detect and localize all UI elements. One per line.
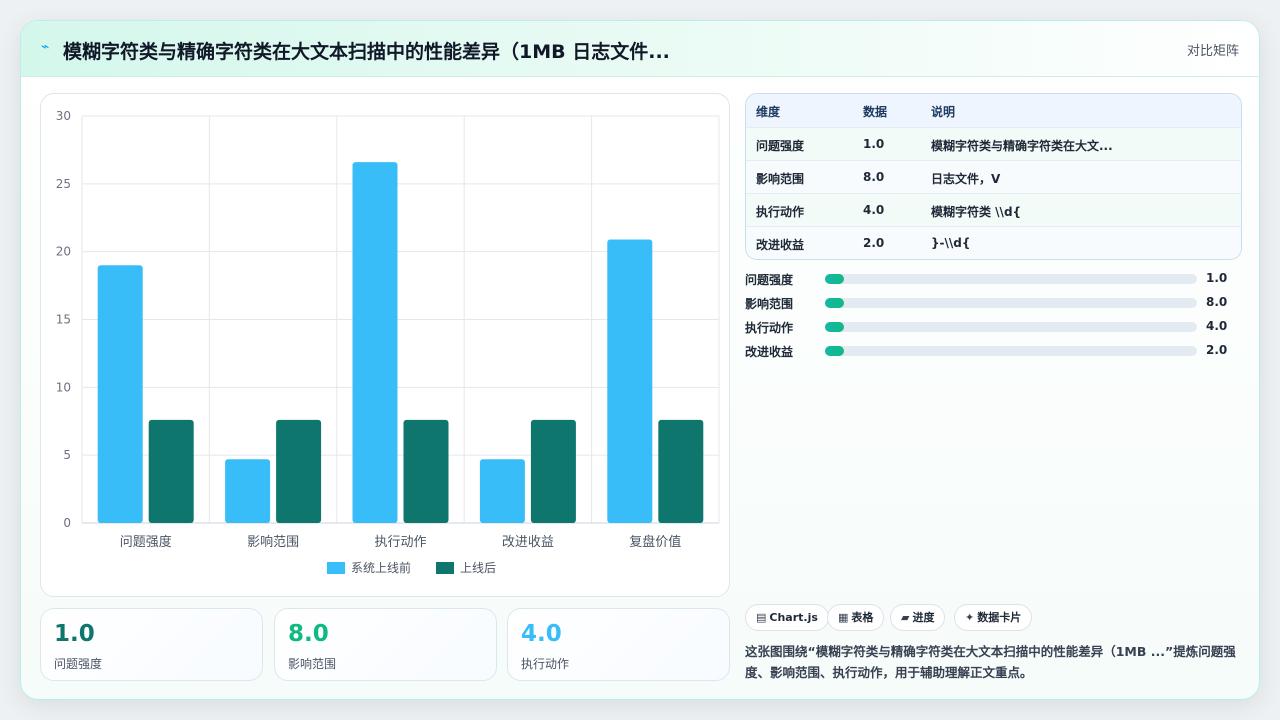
progress-label: 问题强度	[745, 273, 794, 287]
tag-chartjs[interactable]: ▤ Chart.js	[745, 604, 829, 631]
table-cell: 影响范围	[756, 172, 805, 186]
progress-label: 执行动作	[745, 321, 794, 335]
table-row: 问题强度 1.0 模糊字符类与精确字符类在大文...	[746, 127, 1241, 160]
progress-value: 8.0	[1206, 295, 1228, 309]
progress-value: 4.0	[1206, 319, 1228, 333]
legend-label: 上线后	[460, 561, 496, 575]
progress-track	[825, 298, 1197, 308]
progress-label: 改进收益	[745, 345, 794, 359]
table-cell: 1.0	[863, 137, 885, 151]
sparkle-icon: ✦	[965, 611, 975, 624]
summary-text: 这张图围绕“模糊字符类与精确字符类在大文本扫描中的性能差异（1MB ...”提炼…	[745, 644, 1236, 680]
bar	[530, 419, 576, 523]
kpi-card-1: 1.0 问题强度	[40, 608, 263, 681]
y-tick-label: 0	[63, 516, 71, 530]
card-header: ⌁ 模糊字符类与精确字符类在大文本扫描中的性能差异（1MB 日志文件... 对比…	[21, 21, 1259, 77]
progress-value: 1.0	[1206, 271, 1228, 285]
table-row: 改进收益 2.0 }-\\d{	[746, 226, 1241, 259]
bar-chart-panel: 0 5 10 15 20 25 30 问题强度 影响范围 执行动作 改进收益 复盘价值系统上线前 上线后	[40, 93, 730, 597]
tag-label: 进度	[912, 611, 935, 624]
table-cell: 模糊字符类 \\d{	[931, 205, 1022, 219]
table-row: 执行动作 4.0 模糊字符类 \\d{	[746, 193, 1241, 226]
table-row: 影响范围 8.0 日志文件，V	[746, 160, 1241, 193]
table-cell: 8.0	[863, 170, 885, 184]
kpi-value: 1.0	[54, 621, 95, 647]
comparison-matrix-link[interactable]: 对比矩阵	[1187, 40, 1239, 59]
y-tick-label: 10	[56, 380, 71, 394]
kpi-label: 执行动作	[521, 657, 570, 671]
y-tick-label: 5	[63, 448, 71, 462]
sparkline-icon: ⌁	[41, 39, 50, 55]
legend-swatch	[327, 562, 345, 574]
table-cell: 问题强度	[756, 139, 805, 153]
table-header-cell: 说明	[931, 105, 956, 119]
progress-fill	[825, 274, 844, 284]
bar	[607, 239, 653, 523]
kpi-value: 8.0	[288, 621, 329, 647]
y-tick-label: 25	[56, 177, 71, 191]
progress-icon: ▰	[901, 611, 910, 624]
x-tick-label: 问题强度	[120, 534, 172, 550]
y-tick-label: 20	[56, 245, 71, 259]
y-tick-label: 15	[56, 313, 71, 327]
kpi-label: 影响范围	[288, 657, 337, 671]
tag-label: Chart.js	[769, 611, 818, 624]
kpi-label: 问题强度	[54, 657, 103, 671]
bar	[225, 459, 271, 523]
bar	[403, 419, 449, 523]
page-title: 模糊字符类与精确字符类在大文本扫描中的性能差异（1MB 日志文件...	[63, 41, 670, 63]
legend-label: 系统上线前	[351, 560, 411, 575]
kpi-value: 4.0	[521, 621, 562, 647]
tag-label: 表格	[851, 611, 874, 624]
bar	[97, 265, 143, 523]
table-icon: ▦	[838, 611, 849, 624]
x-tick-label: 改进收益	[502, 535, 554, 550]
dashboard-card: ⌁ 模糊字符类与精确字符类在大文本扫描中的性能差异（1MB 日志文件... 对比…	[20, 20, 1260, 700]
bar	[148, 419, 194, 523]
bar-chart: 0 5 10 15 20 25 30 问题强度 影响范围 执行动作 改进收益 复盘价值系统上线前 上线后	[56, 109, 720, 575]
progress-row: 改进收益 2.0	[745, 341, 1245, 361]
bar	[352, 162, 398, 524]
tag-data-card[interactable]: ✦ 数据卡片	[954, 604, 1033, 631]
table-cell: 4.0	[863, 203, 885, 217]
tag-label: 数据卡片	[977, 611, 1022, 624]
kpi-card-2: 8.0 影响范围	[274, 608, 497, 681]
table-cell: 2.0	[863, 236, 885, 250]
progress-value: 2.0	[1206, 343, 1228, 357]
table-cell: 执行动作	[756, 205, 805, 219]
data-table: 维度 数据 说明 问题强度 1.0 模糊字符类与精确字符类在大文... 影响范围…	[745, 93, 1242, 260]
progress-row: 影响范围 8.0	[745, 293, 1245, 313]
table-cell: 模糊字符类与精确字符类在大文...	[931, 139, 1113, 153]
tag-progress[interactable]: ▰ 进度	[890, 604, 946, 631]
table-header-cell: 数据	[863, 105, 888, 119]
progress-row: 执行动作 4.0	[745, 317, 1245, 337]
progress-track	[825, 346, 1197, 356]
table-cell: 改进收益	[756, 238, 805, 252]
y-tick-label: 30	[56, 109, 71, 123]
bar	[276, 419, 322, 523]
bar	[658, 419, 704, 523]
progress-fill	[825, 322, 844, 332]
table-header-row: 维度 数据 说明	[746, 94, 1241, 127]
kpi-card-3: 4.0 执行动作	[507, 608, 730, 681]
table-header-cell: 维度	[756, 105, 781, 119]
table-cell: 日志文件，V	[931, 172, 1001, 186]
x-tick-label: 复盘价值	[629, 534, 681, 550]
progress-fill	[825, 346, 844, 356]
progress-track	[825, 322, 1197, 332]
x-tick-label: 影响范围	[247, 534, 299, 550]
tag-table[interactable]: ▦ 表格	[827, 604, 885, 631]
x-tick-label: 执行动作	[374, 535, 426, 550]
legend-swatch	[436, 562, 454, 574]
progress-row: 问题强度 1.0	[745, 269, 1245, 289]
table-cell: }-\\d{	[931, 236, 971, 250]
progress-label: 影响范围	[745, 297, 794, 311]
progress-track	[825, 274, 1197, 284]
bar	[479, 459, 525, 523]
progress-fill	[825, 298, 844, 308]
chart-icon: ▤	[756, 611, 767, 624]
